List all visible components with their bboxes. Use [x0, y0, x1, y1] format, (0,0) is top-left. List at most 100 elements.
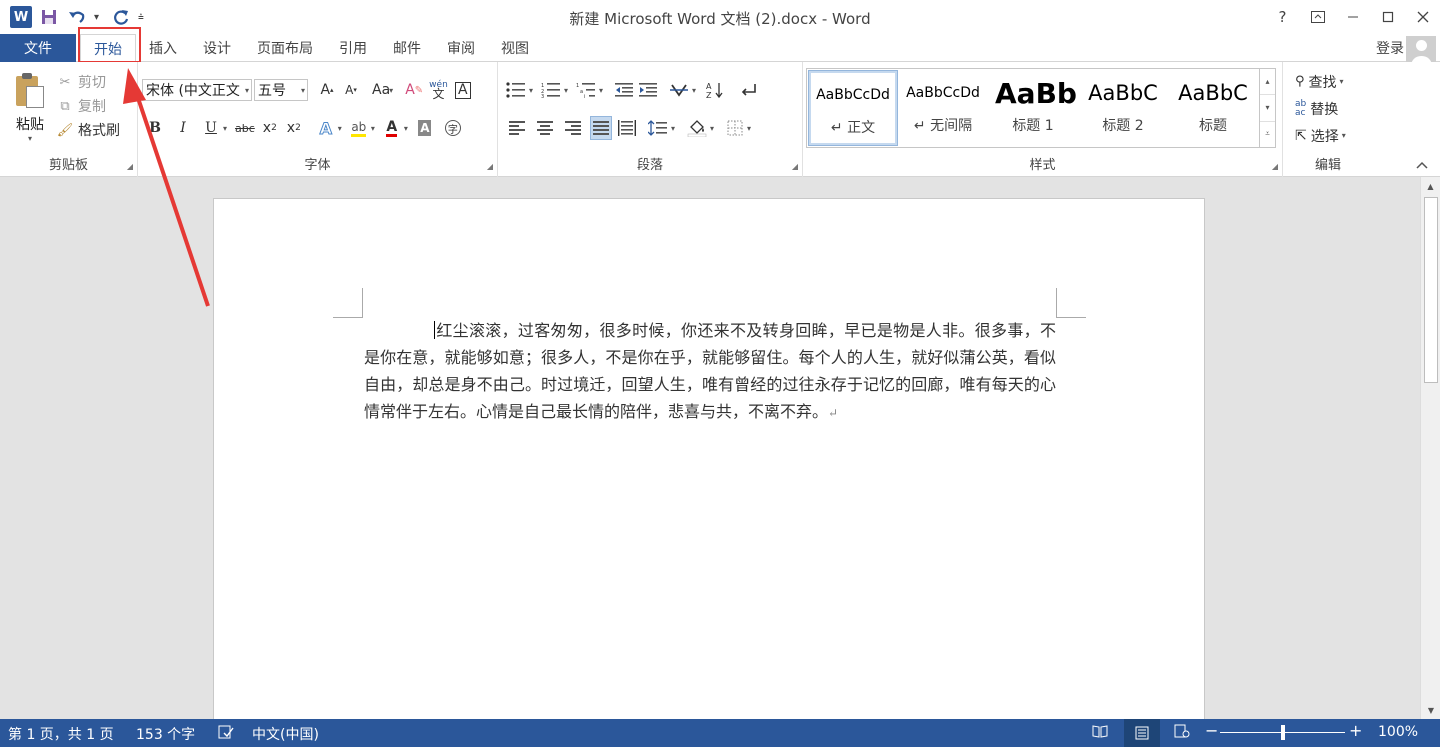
ribbon-display-icon[interactable]	[1300, 0, 1335, 34]
justify-icon[interactable]	[590, 116, 612, 140]
format-painter-button[interactable]: 🖌 格式刷	[56, 118, 120, 142]
numbering-dropdown-icon[interactable]: ▾	[564, 86, 568, 95]
replace-button[interactable]: ab ac 替换	[1295, 95, 1346, 122]
style-normal[interactable]: AaBbCcDd ↵ 正文	[808, 70, 898, 146]
asian-layout-icon[interactable]	[667, 78, 691, 102]
italic-icon[interactable]: I	[172, 116, 194, 140]
chevron-up-icon[interactable]: ▴	[1260, 69, 1275, 96]
sort-icon[interactable]: AZ	[704, 78, 726, 102]
print-layout-icon[interactable]	[1124, 719, 1160, 747]
style-heading-2[interactable]: AaBbC 标题 2	[1079, 71, 1167, 145]
zoom-level[interactable]: 100%	[1378, 724, 1418, 740]
chevron-down-icon[interactable]: ▾	[1260, 95, 1275, 122]
font-launcher-icon[interactable]: ◢	[487, 162, 493, 171]
style-title[interactable]: AaBbC 标题	[1169, 71, 1257, 145]
help-button[interactable]: ?	[1265, 0, 1300, 34]
tab-view[interactable]: 视图	[488, 34, 542, 62]
line-spacing-icon[interactable]	[646, 116, 670, 140]
shrink-font-icon[interactable]: A ▾	[340, 78, 362, 102]
highlight-color-icon[interactable]: ab	[348, 116, 370, 140]
word-count[interactable]: 153 个字	[136, 724, 195, 744]
tab-mailings[interactable]: 邮件	[380, 34, 434, 62]
close-button[interactable]	[1405, 0, 1440, 34]
bullets-dropdown-icon[interactable]: ▾	[529, 86, 533, 95]
bullets-icon[interactable]	[504, 78, 528, 102]
align-center-icon[interactable]	[534, 116, 556, 140]
text-effects-icon[interactable]: A	[315, 116, 337, 140]
maximize-button[interactable]	[1370, 0, 1405, 34]
vertical-scrollbar[interactable]: ▲ ▼	[1420, 177, 1440, 719]
bold-icon[interactable]: B	[144, 116, 166, 140]
tab-review[interactable]: 审阅	[434, 34, 488, 62]
highlight-dropdown-icon[interactable]: ▾	[371, 124, 375, 133]
scroll-up-icon[interactable]: ▲	[1421, 177, 1440, 195]
proofing-icon[interactable]	[218, 724, 234, 744]
underline-dropdown-icon[interactable]: ▾	[223, 124, 227, 133]
web-layout-icon[interactable]	[1174, 724, 1190, 742]
multilevel-list-icon[interactable]: 1ai	[574, 78, 598, 102]
underline-icon[interactable]: U	[200, 116, 222, 140]
zoom-in-icon[interactable]: +	[1349, 721, 1362, 740]
zoom-out-icon[interactable]: −	[1205, 721, 1218, 740]
increase-indent-icon[interactable]	[637, 78, 659, 102]
read-mode-icon[interactable]	[1092, 724, 1108, 742]
clipboard-launcher-icon[interactable]: ◢	[127, 162, 133, 171]
styles-launcher-icon[interactable]: ◢	[1272, 162, 1278, 171]
align-right-icon[interactable]	[562, 116, 584, 140]
borders-dropdown-icon[interactable]: ▾	[747, 124, 751, 133]
minimize-button[interactable]	[1335, 0, 1370, 34]
paste-dropdown-icon[interactable]: ▾	[10, 134, 50, 143]
phonetic-guide-icon[interactable]: wén 文	[427, 78, 450, 102]
more-styles-icon[interactable]: ⩡	[1260, 122, 1275, 147]
tab-insert[interactable]: 插入	[136, 34, 190, 62]
shading-icon[interactable]	[685, 116, 709, 140]
font-color-icon[interactable]: A	[381, 116, 403, 140]
find-dropdown-icon[interactable]: ▾	[1340, 77, 1344, 86]
document-body[interactable]: 红尘滚滚，过客匆匆，很多时候，你还来不及转身回眸，早已是物是人非。很多事，不是你…	[364, 317, 1056, 427]
clear-formatting-icon[interactable]: A ✎	[403, 78, 425, 102]
character-border-icon[interactable]: A	[452, 78, 474, 102]
change-case-button[interactable]: Aa ▾	[370, 78, 395, 102]
decrease-indent-icon[interactable]	[613, 78, 635, 102]
align-left-icon[interactable]	[506, 116, 528, 140]
font-color-dropdown-icon[interactable]: ▾	[404, 124, 408, 133]
grow-font-icon[interactable]: A ▴	[316, 78, 338, 102]
tab-design[interactable]: 设计	[190, 34, 244, 62]
paragraph-launcher-icon[interactable]: ◢	[792, 162, 798, 171]
sign-in-link[interactable]: 登录	[1376, 38, 1404, 58]
zoom-slider-thumb[interactable]	[1281, 725, 1285, 740]
collapse-ribbon-icon[interactable]	[1416, 158, 1428, 172]
language-indicator[interactable]: 中文(中国)	[252, 724, 319, 744]
tab-layout[interactable]: 页面布局	[244, 34, 326, 62]
scroll-down-icon[interactable]: ▼	[1421, 701, 1440, 719]
strikethrough-icon[interactable]: abc	[233, 116, 257, 140]
tab-references[interactable]: 引用	[326, 34, 380, 62]
style-heading-1[interactable]: AaBb 标题 1	[989, 71, 1077, 145]
select-button[interactable]: ⇱ 选择 ▾	[1295, 122, 1346, 149]
asian-layout-dropdown-icon[interactable]: ▾	[692, 86, 696, 95]
cut-button[interactable]: ✂ 剪切	[56, 70, 120, 94]
text-effects-dropdown-icon[interactable]: ▾	[338, 124, 342, 133]
subscript-icon[interactable]: x2	[259, 116, 281, 140]
numbering-icon[interactable]: 123	[539, 78, 563, 102]
multilevel-dropdown-icon[interactable]: ▾	[599, 86, 603, 95]
scroll-thumb[interactable]	[1424, 197, 1438, 383]
copy-button[interactable]: ⧉ 复制	[56, 94, 120, 118]
page-count[interactable]: 第 1 页，共 1 页	[8, 724, 114, 744]
paste-button[interactable]: 粘贴 ▾	[10, 70, 50, 150]
font-size-combobox[interactable]: 五号 ▾	[254, 79, 308, 101]
character-shading-icon[interactable]: A	[414, 116, 436, 140]
shading-dropdown-icon[interactable]: ▾	[710, 124, 714, 133]
distributed-icon[interactable]	[616, 116, 638, 140]
avatar[interactable]	[1406, 36, 1436, 64]
show-marks-icon[interactable]	[738, 78, 760, 102]
line-spacing-dropdown-icon[interactable]: ▾	[671, 124, 675, 133]
font-name-combobox[interactable]: 宋体 (中文正文 ▾	[142, 79, 252, 101]
enclose-characters-icon[interactable]: 字	[442, 116, 464, 140]
superscript-icon[interactable]: x2	[283, 116, 305, 140]
select-dropdown-icon[interactable]: ▾	[1342, 131, 1346, 140]
borders-icon[interactable]	[724, 116, 746, 140]
style-no-spacing[interactable]: AaBbCcDd ↵ 无间隔	[899, 71, 987, 145]
find-button[interactable]: ⚲ 查找 ▾	[1295, 68, 1346, 95]
tab-file[interactable]: 文件	[0, 34, 76, 62]
